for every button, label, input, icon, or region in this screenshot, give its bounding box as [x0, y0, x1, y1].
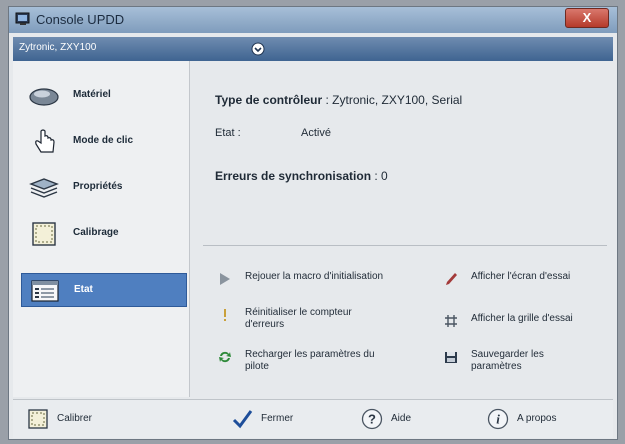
reset-error-counter-line-2: d'erreurs	[245, 319, 285, 330]
reset-error-counter-label: Réinitialiser le compteur d'erreurs	[245, 307, 352, 331]
close-label: Fermer	[261, 413, 294, 424]
reset-error-counter-line-1: Réinitialiser le compteur	[245, 307, 352, 318]
refresh-icon	[219, 351, 231, 363]
close-button[interactable]: Fermer	[231, 408, 321, 430]
replay-macro-label: Rejouer la macro d'initialisation	[245, 271, 384, 282]
device-bar: Zytronic, ZXY100	[13, 37, 613, 61]
replay-macro-button[interactable]: Rejouer la macro d'initialisation	[217, 271, 417, 287]
help-label: Aide	[391, 413, 412, 424]
save-settings-button[interactable]: Sauvegarder les paramètres	[443, 349, 611, 377]
save-settings-line-2: paramètres	[471, 361, 522, 372]
reload-driver-settings-button[interactable]: Recharger les paramètres du pilote	[217, 349, 417, 377]
device-select[interactable]: Zytronic, ZXY100	[19, 42, 96, 53]
chevron-down-icon[interactable]	[250, 41, 266, 57]
console-window: Console UPDD X Zytronic, ZXY100 Matériel…	[8, 6, 618, 440]
sidebar-item-calibrage[interactable]: Calibrage	[21, 217, 187, 251]
title-bar: Console UPDD X	[9, 7, 617, 33]
reload-driver-settings-line-1: Recharger les paramètres du	[245, 349, 375, 360]
info-icon: i	[487, 408, 509, 430]
pen-icon	[446, 273, 457, 285]
save-settings-line-1: Sauvegarder les	[471, 349, 544, 360]
calibrate-button[interactable]: Calibrer	[27, 408, 117, 430]
checkmark-icon	[232, 410, 253, 429]
sidebar: Matériel Mode de clic Propriétés Calibra…	[13, 61, 190, 397]
sync-errors-value: : 0	[374, 169, 388, 183]
sidebar-item-proprietes[interactable]: Propriétés	[21, 171, 187, 205]
app-icon	[15, 12, 30, 25]
sidebar-item-label: Etat	[74, 284, 93, 295]
sync-errors-label: Erreurs de synchronisation	[215, 169, 372, 183]
status-panel: Type de contrôleur : Zytronic, ZXY100, S…	[191, 61, 613, 397]
sidebar-item-label: Propriétés	[73, 181, 123, 192]
mouse-icon	[29, 88, 59, 106]
sidebar-item-etat[interactable]: Etat	[21, 273, 187, 307]
calibrate-label: Calibrer	[57, 413, 93, 424]
help-button[interactable]: ? Aide	[361, 408, 441, 430]
sidebar-item-label: Mode de clic	[73, 135, 134, 146]
sync-errors-row: Erreurs de synchronisation : 0	[215, 169, 388, 183]
svg-text:i: i	[496, 412, 500, 427]
sidebar-item-mode-de-clic[interactable]: Mode de clic	[21, 125, 187, 159]
reload-driver-settings-line-2: pilote	[245, 361, 269, 372]
footer-bar: Calibrer Fermer ? Aide i A propos	[13, 399, 613, 438]
floppy-disk-icon	[445, 352, 457, 363]
play-icon	[220, 273, 230, 285]
calibration-grid-icon	[32, 222, 56, 246]
calibration-grid-icon	[28, 409, 48, 429]
sidebar-item-label: Calibrage	[73, 227, 119, 238]
reset-error-counter-button[interactable]: Réinitialiser le compteur d'erreurs	[217, 307, 417, 335]
sidebar-item-label: Matériel	[73, 89, 111, 100]
hand-pointer-icon	[35, 129, 55, 153]
help-icon: ?	[361, 408, 383, 430]
controller-type-value: : Zytronic, ZXY100, Serial	[325, 93, 463, 107]
show-test-grid-label: Afficher la grille d'essai	[471, 313, 573, 324]
reload-driver-settings-label: Recharger les paramètres du pilote	[245, 349, 375, 373]
svg-text:?: ?	[368, 412, 376, 427]
show-test-screen-button[interactable]: Afficher l'écran d'essai	[443, 271, 611, 287]
show-test-grid-button[interactable]: Afficher la grille d'essai	[443, 313, 611, 329]
window-title: Console UPDD	[36, 12, 125, 27]
status-window-icon	[31, 280, 59, 302]
about-label: A propos	[517, 413, 557, 424]
save-settings-label: Sauvegarder les paramètres	[471, 349, 544, 373]
sidebar-item-materiel[interactable]: Matériel	[21, 79, 187, 113]
divider	[203, 245, 607, 246]
about-button[interactable]: i A propos	[487, 408, 587, 430]
window-close-button[interactable]: X	[565, 8, 609, 28]
controller-type-row: Type de contrôleur : Zytronic, ZXY100, S…	[215, 93, 462, 107]
grid-icon	[445, 315, 457, 327]
exclamation-icon	[224, 309, 226, 321]
controller-type-label: Type de contrôleur	[215, 93, 323, 107]
state-label: Etat :	[215, 127, 241, 139]
layers-icon	[29, 178, 59, 198]
show-test-screen-label: Afficher l'écran d'essai	[471, 271, 571, 282]
state-value: Activé	[301, 127, 331, 139]
